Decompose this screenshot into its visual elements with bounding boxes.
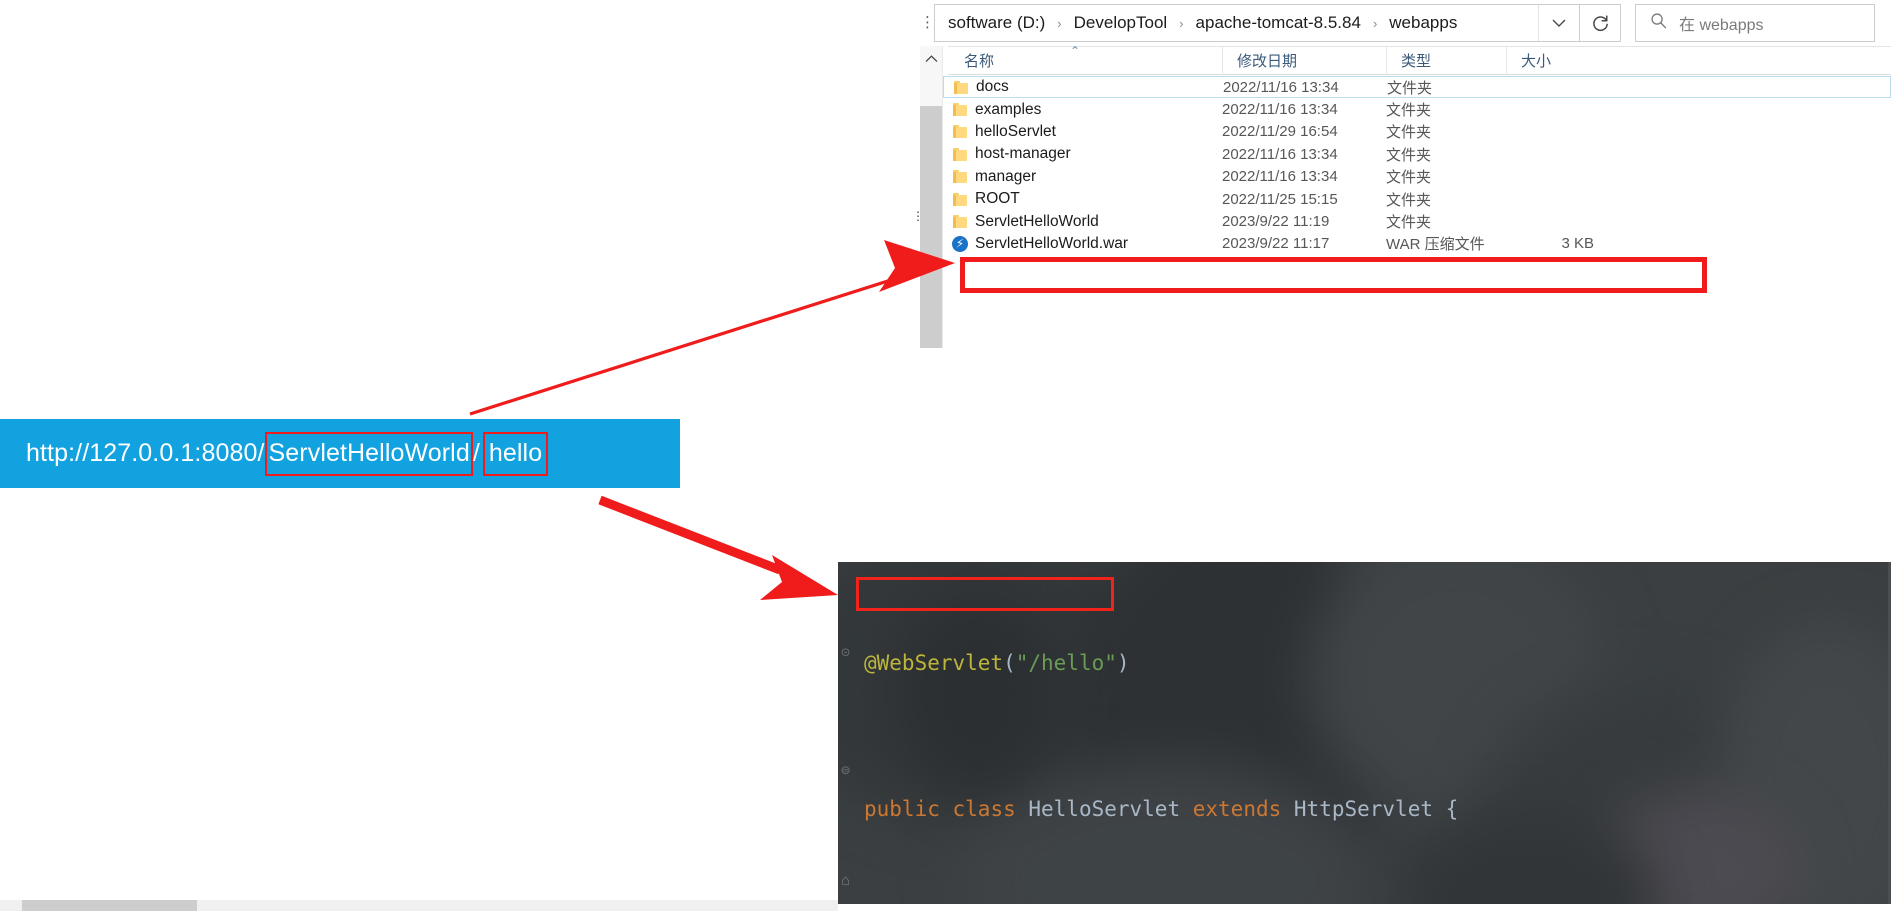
scrollbar-thumb[interactable]	[22, 900, 197, 911]
arrow-to-annotation	[598, 495, 838, 600]
page-horizontal-scrollbar[interactable]	[0, 900, 838, 911]
arrow-to-folder-row	[469, 240, 955, 416]
annotation-arrows	[469, 240, 955, 600]
